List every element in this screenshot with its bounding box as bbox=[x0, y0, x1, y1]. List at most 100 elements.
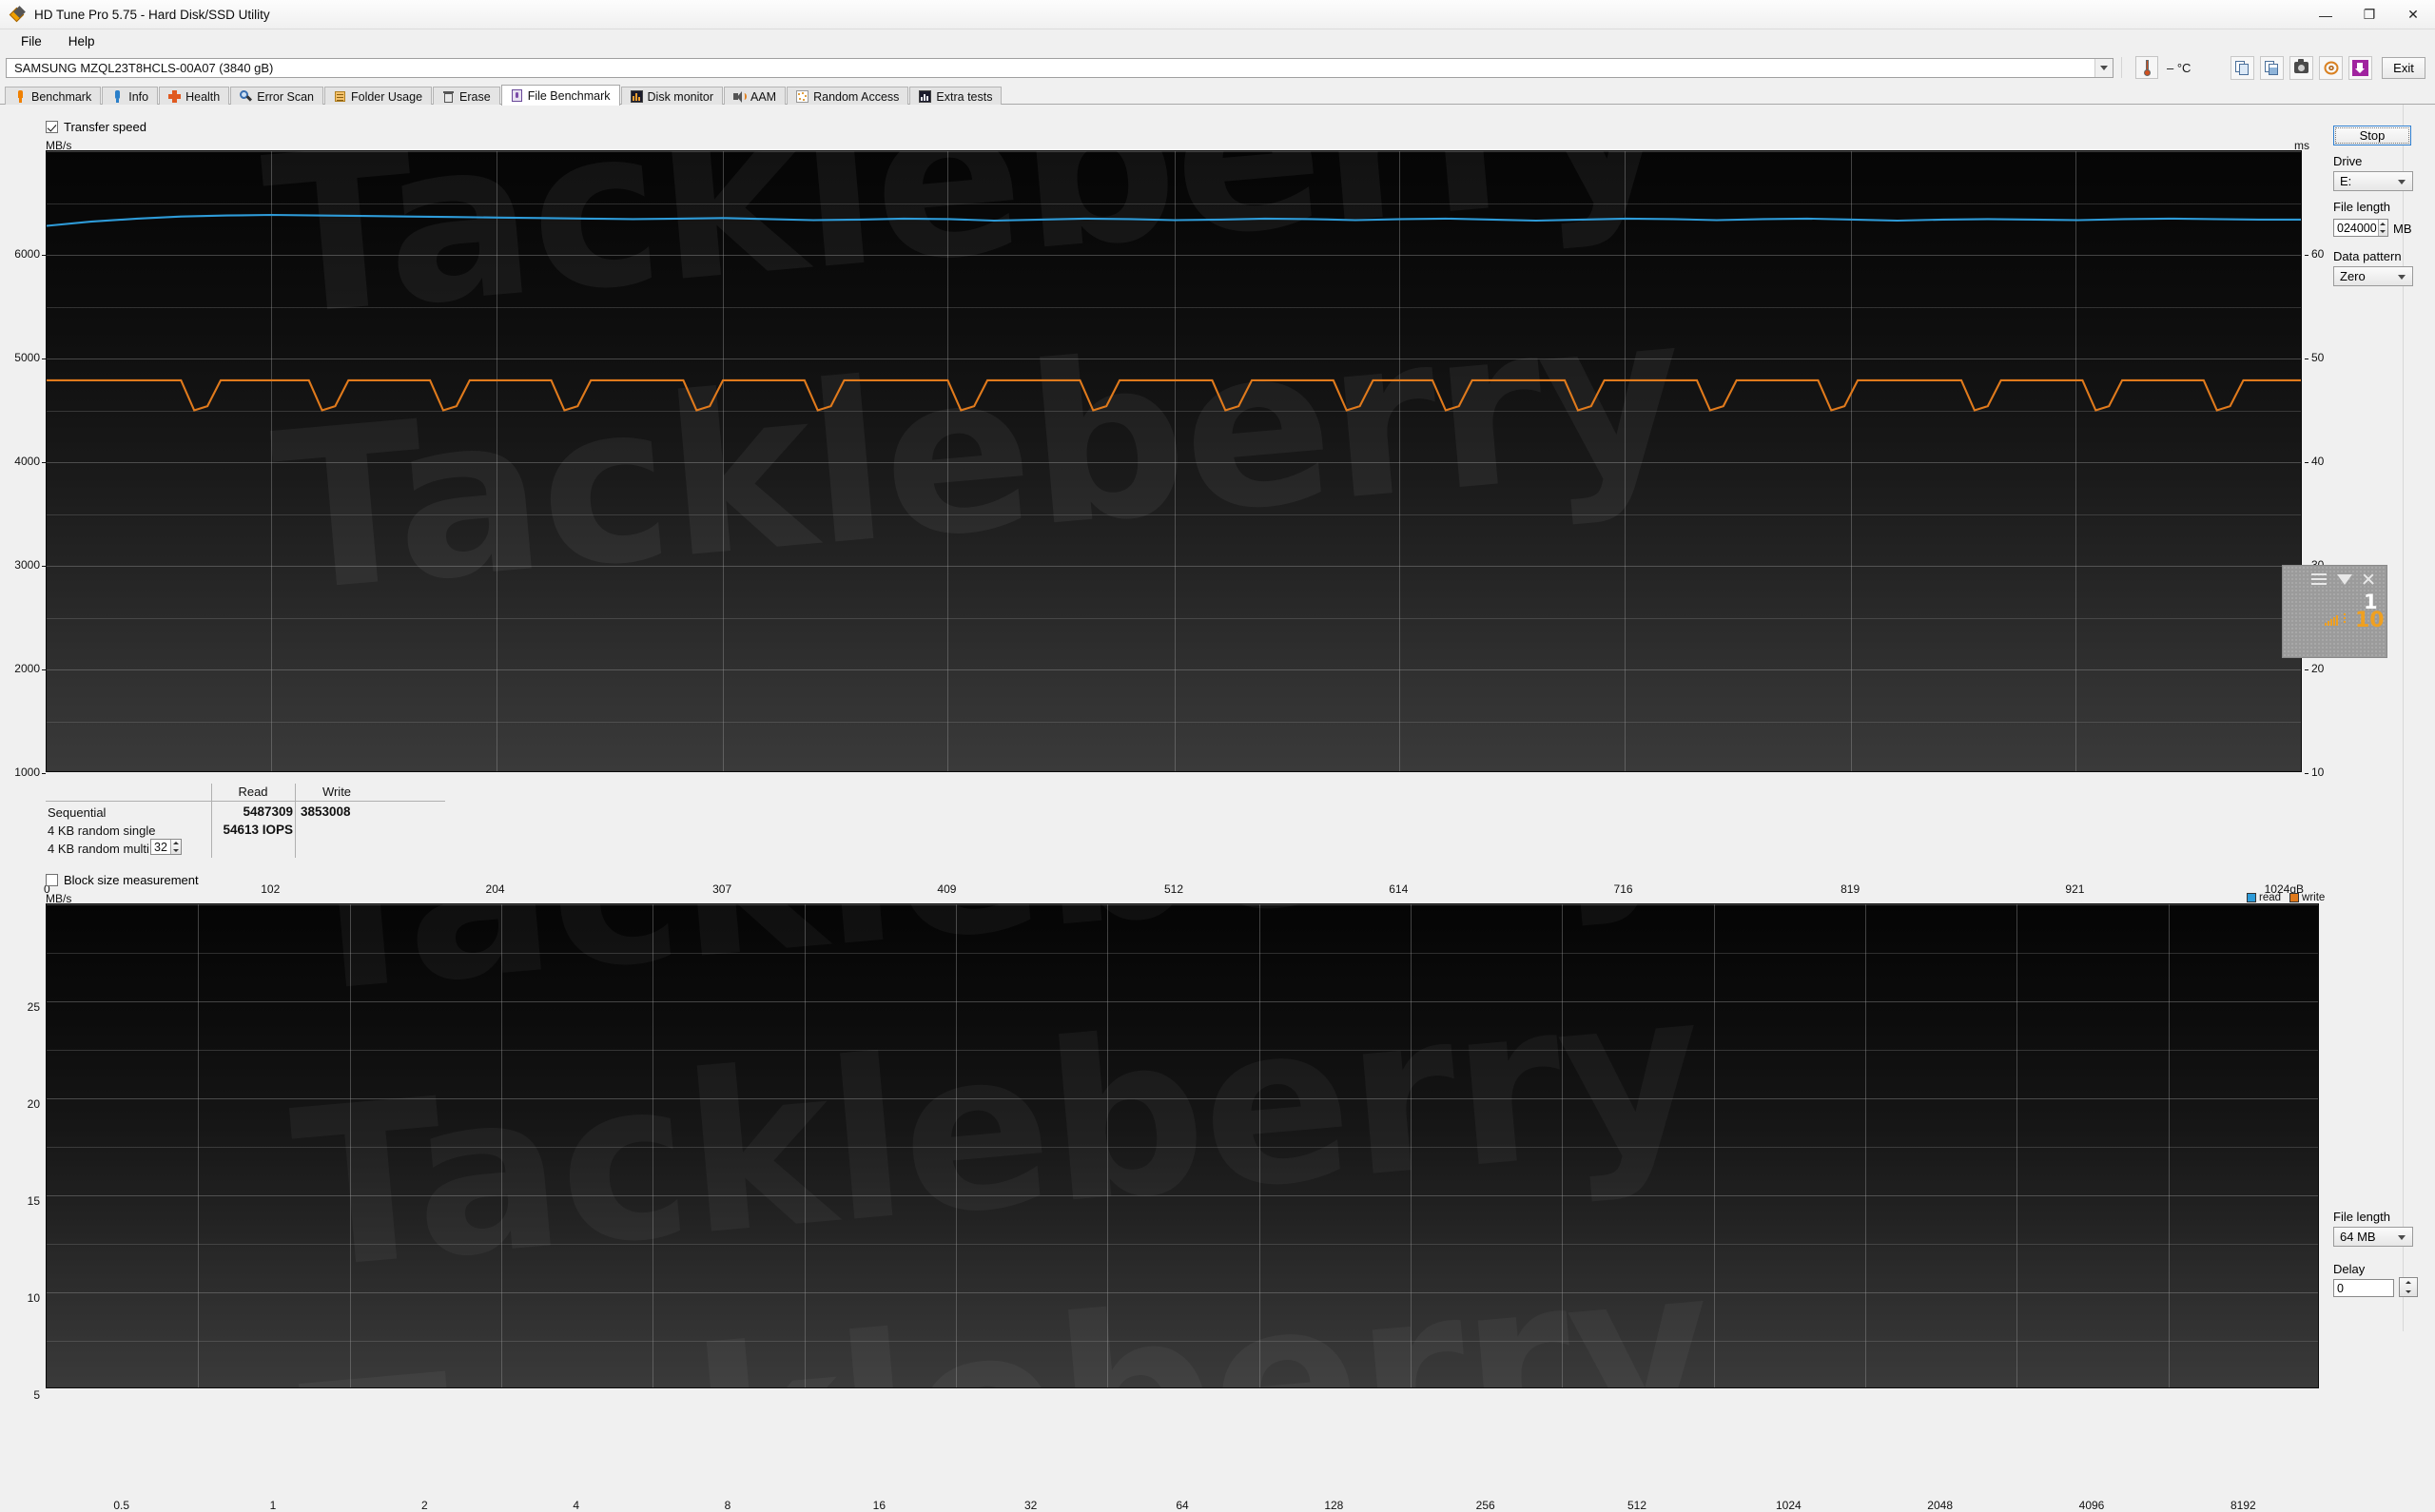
gridline bbox=[47, 1195, 2318, 1196]
divider bbox=[2121, 57, 2122, 78]
data-pattern-label: Data pattern bbox=[2333, 249, 2402, 263]
block-size-chart[interactable]: TackleberryTackleberryTackleberry bbox=[46, 903, 2319, 1388]
panel-divider bbox=[2403, 105, 2404, 1331]
copy-icon[interactable] bbox=[2230, 55, 2254, 80]
delay-stepper[interactable] bbox=[2399, 1277, 2418, 1297]
gridline bbox=[2016, 904, 2018, 1387]
x-axis-tick-label: 1 bbox=[269, 1499, 277, 1512]
minimize-button[interactable]: — bbox=[2304, 0, 2347, 29]
stepper-up-icon[interactable] bbox=[2379, 220, 2387, 228]
tab-disk-monitor[interactable]: Disk monitor bbox=[620, 87, 723, 106]
stepper-down-icon[interactable] bbox=[2379, 228, 2387, 237]
tab-random-access[interactable]: Random Access bbox=[787, 87, 909, 106]
tab-folder-usage[interactable]: Folder Usage bbox=[323, 87, 433, 106]
tick-mark bbox=[42, 773, 46, 774]
x-axis-tick-label: 64 bbox=[1176, 1499, 1189, 1512]
copy-image-icon[interactable] bbox=[2260, 55, 2284, 80]
health-icon bbox=[168, 90, 182, 103]
chart-series-svg bbox=[47, 213, 2301, 412]
table-divider bbox=[295, 784, 296, 858]
delay-spinner-buttons[interactable] bbox=[2400, 1278, 2417, 1296]
stepper-up-icon[interactable] bbox=[2400, 1278, 2417, 1288]
x-axis-tick-label: 512 bbox=[1163, 882, 1184, 896]
transfer-speed-checkbox-row[interactable]: Transfer speed bbox=[46, 120, 146, 134]
legend-label-write: write bbox=[2302, 892, 2326, 903]
chevron-down-icon[interactable] bbox=[2094, 58, 2113, 77]
drive-select[interactable]: SAMSUNG MZQL23T8HCLS-00A07 (3840 gB) bbox=[6, 57, 2114, 78]
transfer-speed-checkbox[interactable] bbox=[46, 121, 58, 133]
y-axis-tick-label: 5 bbox=[33, 1388, 40, 1402]
y-axis-right-tick-label: 50 bbox=[2311, 351, 2325, 364]
tab-file-benchmark-label: File Benchmark bbox=[527, 88, 611, 103]
file-length-spinner-buttons[interactable] bbox=[2377, 220, 2387, 237]
random-access-icon bbox=[796, 90, 809, 103]
y-axis-tick-label: 15 bbox=[27, 1194, 40, 1208]
screenshot-icon[interactable] bbox=[2289, 55, 2313, 80]
app-logo-icon bbox=[9, 6, 27, 23]
x-axis-tick-label: 256 bbox=[1475, 1499, 1495, 1512]
bottom-file-length-select[interactable]: 64 MB bbox=[2333, 1227, 2413, 1247]
queue-depth-spinner-buttons[interactable] bbox=[169, 840, 181, 855]
x-axis-tick-label: 0.5 bbox=[113, 1499, 129, 1512]
y-axis-tick-label: 6000 bbox=[14, 247, 40, 261]
tab-bar: Benchmark Info Health Error Scan Folder … bbox=[0, 84, 2435, 106]
gridline bbox=[47, 1292, 2318, 1293]
tab-health-label: Health bbox=[185, 89, 221, 104]
tab-extra-tests[interactable]: Extra tests bbox=[909, 87, 1003, 106]
exit-button[interactable]: Exit bbox=[2382, 56, 2425, 79]
gridline bbox=[501, 904, 502, 1387]
x-axis-tick-label: 512 bbox=[1627, 1499, 1647, 1512]
tick-mark bbox=[2305, 255, 2308, 256]
stepper-down-icon[interactable] bbox=[171, 847, 181, 855]
tab-health[interactable]: Health bbox=[159, 87, 230, 106]
floating-overlay-widget[interactable]: 1 10 bbox=[2282, 565, 2387, 658]
file-length-unit: MB bbox=[2393, 222, 2412, 236]
block-size-checkbox[interactable] bbox=[46, 874, 58, 886]
drive-field-select[interactable]: E: bbox=[2333, 171, 2413, 191]
x-axis-tick-label: 409 bbox=[937, 882, 957, 896]
stepper-down-icon[interactable] bbox=[2400, 1288, 2417, 1297]
transfer-speed-chart[interactable]: TackleberryTackleberry bbox=[46, 150, 2302, 772]
x-axis-tick-label: 1024 bbox=[1775, 1499, 1802, 1512]
tab-extra-tests-label: Extra tests bbox=[936, 89, 993, 104]
table-divider bbox=[46, 801, 445, 802]
title-bar: HD Tune Pro 5.75 - Hard Disk/SSD Utility… bbox=[0, 0, 2435, 29]
close-button[interactable]: ✕ bbox=[2391, 0, 2435, 29]
gridline bbox=[1562, 904, 1564, 1387]
save-report-icon[interactable] bbox=[2348, 55, 2372, 80]
maximize-button[interactable]: ❐ bbox=[2347, 0, 2391, 29]
erase-icon bbox=[442, 90, 455, 103]
temperature-value: – °C bbox=[2167, 60, 2192, 75]
hd-tune-pro-window: HD Tune Pro 5.75 - Hard Disk/SSD Utility… bbox=[0, 0, 2435, 1512]
gridline-minor bbox=[47, 1050, 2318, 1051]
delay-input[interactable]: 0 bbox=[2333, 1279, 2394, 1297]
stepper-up-icon[interactable] bbox=[171, 840, 181, 847]
y-axis-tick-label: 1000 bbox=[14, 766, 40, 779]
tab-aam[interactable]: AAM bbox=[724, 87, 787, 106]
queue-depth-stepper[interactable]: 32 bbox=[150, 839, 182, 855]
sequential-read-value: 5487309 bbox=[243, 804, 293, 819]
tick-mark bbox=[2305, 669, 2308, 670]
block-size-checkbox-row[interactable]: Block size measurement bbox=[46, 873, 199, 887]
menu-help[interactable]: Help bbox=[55, 31, 108, 51]
x-axis-tick-label: 2 bbox=[420, 1499, 428, 1512]
stop-button[interactable]: Stop bbox=[2333, 126, 2411, 145]
chevron-down-icon[interactable] bbox=[2337, 574, 2352, 585]
tab-random-access-label: Random Access bbox=[813, 89, 900, 104]
main-content: Transfer speed MB/s ms TackleberryTackle… bbox=[0, 105, 2435, 1512]
tab-file-benchmark[interactable]: File Benchmark bbox=[500, 85, 620, 106]
tab-benchmark[interactable]: Benchmark bbox=[5, 87, 102, 106]
row-label-sequential: Sequential bbox=[48, 805, 107, 820]
legend-label-read: read bbox=[2259, 892, 2282, 903]
tab-erase[interactable]: Erase bbox=[433, 87, 500, 106]
data-pattern-select[interactable]: Zero bbox=[2333, 266, 2413, 286]
disk-icon[interactable] bbox=[2319, 55, 2343, 80]
menu-file[interactable]: File bbox=[8, 31, 55, 51]
x-axis-tick-label: 307 bbox=[712, 882, 732, 896]
file-length-stepper[interactable]: 024000 bbox=[2333, 219, 2388, 237]
tab-info[interactable]: Info bbox=[102, 87, 159, 106]
tab-error-scan[interactable]: Error Scan bbox=[230, 87, 323, 106]
close-icon[interactable] bbox=[2362, 572, 2375, 586]
x-axis-tick-label: 614 bbox=[1389, 882, 1409, 896]
tab-folder-usage-label: Folder Usage bbox=[350, 89, 423, 104]
